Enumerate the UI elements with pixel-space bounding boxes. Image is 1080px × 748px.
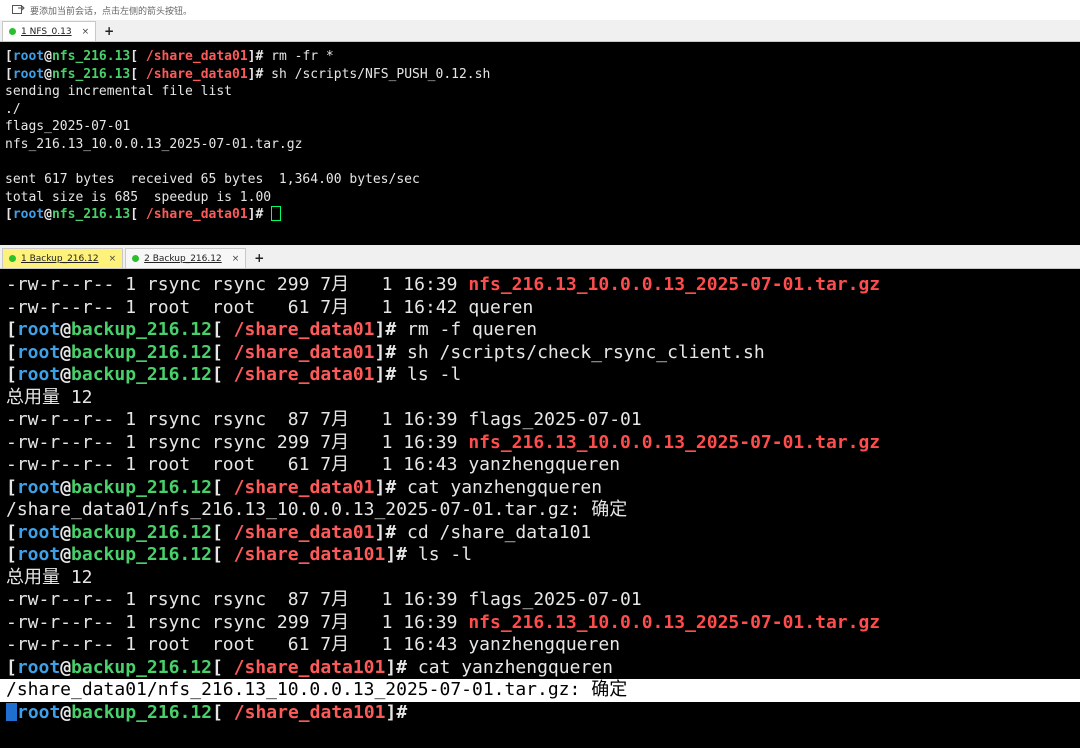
output-line: -rw-r--r-- 1 rsync rsync 87 7月 1 16:39 f…	[6, 409, 642, 430]
output-line: -rw-r--r-- 1 root root 61 7月 1 16:43 yan…	[6, 454, 621, 475]
output-line: -rw-r--r-- 1 root root 61 7月 1 16:42 que…	[6, 296, 534, 318]
output-line: /share_data01/nfs_216.13_10.0.0.13_2025-…	[6, 499, 628, 520]
archive-filename: nfs_216.13_10.0.0.13_2025-07-01.tar.gz	[468, 611, 881, 633]
output-line: sent 617 bytes received 65 bytes 1,364.0…	[5, 172, 420, 188]
tab-label: 1 Backup_216.12	[21, 253, 99, 264]
new-tab-plus-icon[interactable]: +	[98, 21, 120, 41]
close-tab-icon[interactable]: ×	[109, 254, 117, 264]
output-line: 总用量 12	[6, 386, 93, 408]
output-line: -rw-r--r-- 1 root root 61 7月 1 16:43 yan…	[6, 634, 621, 655]
tab-label: 1 NFS_0.13	[21, 26, 72, 37]
tab-nfs-0-13[interactable]: 1 NFS_0.13 ×	[2, 21, 97, 41]
terminal-backup[interactable]: -rw-r--r-- 1 rsync rsync 299 7月 1 16:39 …	[0, 270, 1080, 748]
connected-status-icon	[9, 28, 16, 35]
output-line: sending incremental file list	[5, 84, 232, 100]
output-line: flags_2025-07-01	[5, 119, 131, 135]
selected-output-line: /share_data01/nfs_216.13_10.0.0.13_2025-…	[0, 679, 1080, 702]
terminal-cursor	[271, 206, 282, 222]
tab-backup-216-12-2[interactable]: 2 Backup_216.12 ×	[125, 248, 247, 268]
archive-filename: nfs_216.13_10.0.0.13_2025-07-01.tar.gz	[468, 274, 881, 295]
prompt-line: root@backup_216.12[ /share_data101]#	[6, 702, 1080, 725]
connected-status-icon	[132, 255, 140, 262]
bottom-session-tab-bar: 1 Backup_216.12 × 2 Backup_216.12 × +	[0, 245, 1080, 269]
top-session-tab-bar: 1 NFS_0.13 × +	[0, 20, 1080, 42]
prompt-line: [root@backup_216.12[ /share_data01]# cd …	[6, 521, 592, 543]
prompt-line: [root@nfs_216.13[ /share_data01]#	[5, 206, 1080, 224]
output-line: -rw-r--r-- 1 rsync rsync 299 7月 1 16:39 …	[6, 611, 881, 633]
prompt-line: [root@backup_216.12[ /share_data101]# ca…	[6, 656, 613, 678]
session-hint-bar: 要添加当前会话，点击左侧的箭头按钮。	[0, 0, 1080, 20]
terminal-cursor	[6, 702, 17, 721]
output-line: -rw-r--r-- 1 rsync rsync 87 7月 1 16:39 f…	[6, 589, 642, 610]
prompt-line: [root@nfs_216.13[ /share_data01]# rm -fr…	[5, 49, 334, 64]
output-line: -rw-r--r-- 1 rsync rsync 299 7月 1 16:39 …	[6, 274, 881, 295]
connected-status-icon	[9, 255, 16, 262]
archive-filename: nfs_216.13_10.0.0.13_2025-07-01.tar.gz	[468, 431, 881, 453]
output-line: nfs_216.13_10.0.0.13_2025-07-01.tar.gz	[5, 136, 303, 152]
terminal-nfs[interactable]: [root@nfs_216.13[ /share_data01]# rm -fr…	[0, 43, 1080, 245]
session-hint-text: 要添加当前会话，点击左侧的箭头按钮。	[30, 6, 193, 17]
new-tab-plus-icon[interactable]: +	[248, 248, 270, 268]
output-line: ./	[5, 101, 21, 117]
tab-backup-216-12-1[interactable]: 1 Backup_216.12 ×	[2, 248, 124, 268]
prompt-line: [root@nfs_216.13[ /share_data01]# sh /sc…	[5, 66, 491, 82]
output-line: 总用量 12	[6, 566, 93, 588]
close-tab-icon[interactable]: ×	[232, 254, 240, 264]
prompt-line: [root@backup_216.12[ /share_data01]# sh …	[6, 341, 765, 363]
prompt-line: [root@backup_216.12[ /share_data101]# ls…	[6, 544, 473, 565]
close-tab-icon[interactable]: ×	[82, 27, 90, 37]
prompt-line: [root@backup_216.12[ /share_data01]# ls …	[6, 364, 462, 385]
add-session-arrow-icon[interactable]	[12, 5, 26, 15]
prompt-line: [root@backup_216.12[ /share_data01]# rm …	[6, 319, 538, 340]
prompt-line: [root@backup_216.12[ /share_data01]# cat…	[6, 476, 603, 498]
tab-label: 2 Backup_216.12	[144, 253, 222, 264]
output-line: -rw-r--r-- 1 rsync rsync 299 7月 1 16:39 …	[6, 431, 881, 453]
output-line: total size is 685 speedup is 1.00	[5, 189, 272, 205]
